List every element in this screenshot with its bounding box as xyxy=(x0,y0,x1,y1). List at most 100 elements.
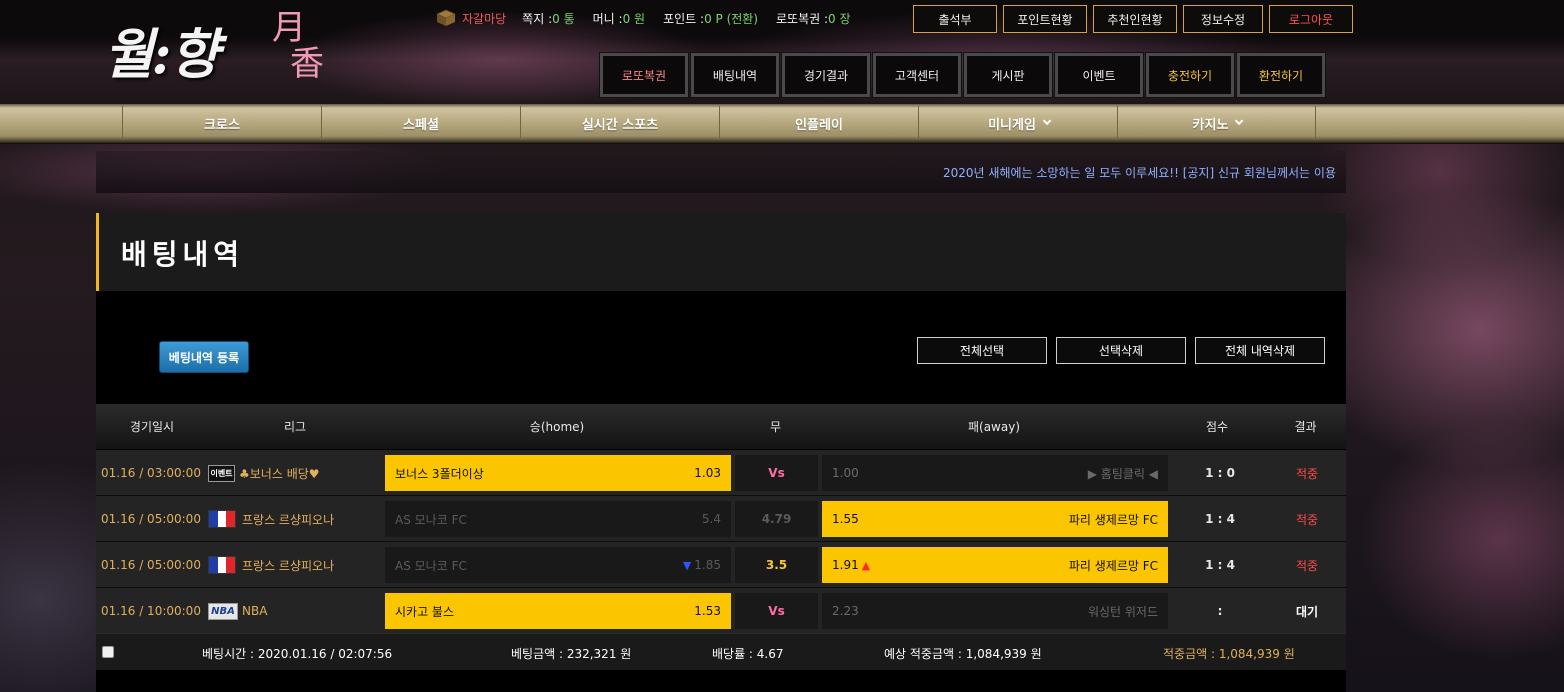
header-home: 승(home) xyxy=(529,420,585,434)
logout-button[interactable]: 로그아웃 xyxy=(1269,5,1353,33)
menu-customer-center[interactable]: 고객센터 xyxy=(872,52,962,98)
away-odds: 1.00 xyxy=(832,466,859,480)
away-team: 파리 생제르망 FC xyxy=(1068,558,1158,573)
league-cell: 이벤트 ♣보너스 배당♥ xyxy=(208,450,378,496)
header-score: 점수 xyxy=(1205,420,1229,434)
page-title: 배팅내역 xyxy=(121,238,245,271)
point-status-button[interactable]: 포인트현황 xyxy=(1003,5,1087,33)
arrow-up-icon: ▲ xyxy=(861,559,871,572)
away-team: ▶ 홈팀클릭 ◀ xyxy=(1087,466,1158,481)
select-all-button[interactable]: 전체선택 xyxy=(917,337,1047,364)
point-balance[interactable]: 포인트 :0 P (전환) xyxy=(663,10,758,27)
away-odds: 1.91 xyxy=(832,558,859,572)
user-info-bar: 자갈마당 쪽지 :0 통 머니 :0 원 포인트 :0 P (전환) 로또복권 … xyxy=(436,8,869,28)
menu-event[interactable]: 이벤트 xyxy=(1054,52,1144,98)
menu-game-results[interactable]: 경기결과 xyxy=(781,52,871,98)
money-balance: 머니 :0 원 xyxy=(592,11,646,26)
menu-deposit[interactable]: 충전하기 xyxy=(1145,52,1235,98)
home-odds: 1.85 xyxy=(694,558,721,572)
nav-minigame[interactable]: 미니게임 xyxy=(918,106,1117,140)
nav-live-sports[interactable]: 실시간 스포츠 xyxy=(520,106,719,140)
table-row: 01.16 / 05:00:00 프랑스 르샹피오나 AS 모나코 FC 5.4… xyxy=(96,496,1346,542)
menu-lotto[interactable]: 로또복권 xyxy=(599,52,689,98)
nav-inplay[interactable]: 인플레이 xyxy=(719,106,918,140)
nba-logo-icon: NBA xyxy=(208,602,238,620)
match-date: 01.16 / 05:00:00 xyxy=(101,558,201,572)
league-cell: 프랑스 르샹피오나 xyxy=(208,496,378,542)
header-result: 결과 xyxy=(1294,420,1317,434)
referral-status-button[interactable]: 추천인현황 xyxy=(1093,5,1177,33)
table-row: 01.16 / 05:00:00 프랑스 르샹피오나 AS 모나코 FC ▼ 1.… xyxy=(96,542,1346,588)
ticker-text[interactable]: 2020년 새해에는 소망하는 일 모두 이루세요!! [공지] 신규 회원님께… xyxy=(943,164,1336,181)
away-team: 워싱턴 위저드 xyxy=(1087,604,1158,619)
lotto-ticket-count: 로또복권 :0 장 xyxy=(776,11,851,26)
chevron-down-icon xyxy=(1042,116,1052,126)
user-nickname[interactable]: 자갈마당 xyxy=(462,10,506,27)
match-date: 01.16 / 05:00:00 xyxy=(101,512,201,526)
draw-cell[interactable]: 4.79 xyxy=(735,501,818,537)
home-odds: 5.4 xyxy=(701,512,721,526)
event-badge-icon: 이벤트 xyxy=(208,464,235,482)
notice-ticker: 2020년 새해에는 소망하는 일 모두 이루세요!! [공지] 신규 회원님께… xyxy=(96,151,1346,193)
panel-header: 배팅내역 xyxy=(96,213,1346,291)
select-checkbox[interactable] xyxy=(102,646,114,658)
home-odds-cell[interactable]: AS 모나코 FC 5.4 xyxy=(385,501,731,537)
home-odds-cell[interactable]: 시카고 불스 1.53 xyxy=(385,593,731,629)
table-row: 01.16 / 10:00:00 NBA NBA 시카고 불스 1.53 Vs … xyxy=(96,588,1346,634)
home-odds-cell[interactable]: AS 모나코 FC ▼ 1.85 xyxy=(385,547,731,583)
result-badge: 적중 xyxy=(1295,466,1319,481)
result-badge: 적중 xyxy=(1295,558,1319,573)
away-odds-cell[interactable]: 1.91 ▲ 파리 생제르망 FC xyxy=(822,547,1168,583)
menu-bet-history[interactable]: 배팅내역 xyxy=(690,52,780,98)
league-cell: 프랑스 르샹피오나 xyxy=(208,542,378,588)
result-badge: 대기 xyxy=(1295,604,1319,619)
nav-casino[interactable]: 카지노 xyxy=(1117,106,1316,140)
score: 1 : 0 xyxy=(1205,466,1235,480)
top-header: 월:향 月 香 자갈마당 쪽지 :0 통 머니 :0 원 포인트 :0 P (전… xyxy=(0,0,1564,104)
nav-special[interactable]: 스페셜 xyxy=(321,106,520,140)
top-button-group: 출석부 포인트현황 추천인현황 정보수정 로그아웃 xyxy=(913,5,1353,33)
league-name: ♣보너스 배당♥ xyxy=(239,466,320,481)
score: : xyxy=(1217,604,1223,618)
header-date: 경기일시 xyxy=(129,420,175,434)
bet-history-panel: 배팅내역 베팅내역 등록 전체선택 선택삭제 전체 내역삭제 경기일시 리그 승… xyxy=(96,213,1346,692)
away-odds-cell[interactable]: 1.55 파리 생제르망 FC xyxy=(822,501,1168,537)
category-nav: 크로스 스페셜 실시간 스포츠 인플레이 미니게임 카지노 xyxy=(0,104,1564,144)
register-bet-history-button[interactable]: 베팅내역 등록 xyxy=(159,341,249,373)
away-odds-cell[interactable]: 2.23 워싱턴 위저드 xyxy=(822,593,1168,629)
menu-withdraw[interactable]: 환전하기 xyxy=(1236,52,1326,98)
expected-win-amount: 예상 적중금액 : 1,084,939 원 xyxy=(884,647,1042,661)
table-header: 경기일시 리그 승(home) 무 패(away) 점수 결과 xyxy=(96,404,1346,449)
site-logo[interactable]: 월:향 月 香 xyxy=(100,8,345,88)
edit-profile-button[interactable]: 정보수정 xyxy=(1183,5,1263,33)
draw-cell[interactable]: Vs xyxy=(735,455,818,491)
handicap-cell[interactable]: 3.5 xyxy=(735,547,818,583)
france-flag-icon xyxy=(208,510,236,528)
treasure-box-icon xyxy=(436,9,456,26)
home-odds: 1.53 xyxy=(694,604,721,618)
home-team: AS 모나코 FC xyxy=(395,512,467,527)
logo-hanja: 月 香 xyxy=(272,8,324,84)
nav-cross[interactable]: 크로스 xyxy=(122,106,321,140)
delete-selected-button[interactable]: 선택삭제 xyxy=(1056,337,1186,364)
won-amount: 적중금액 : 1,084,939 원 xyxy=(1163,647,1295,661)
delete-all-button[interactable]: 전체 내역삭제 xyxy=(1195,337,1325,364)
logo-hangul: 월:향 xyxy=(104,22,219,86)
bet-summary: 베팅시간 : 2020.01.16 / 02:07:56 베팅금액 : 232,… xyxy=(96,633,1346,670)
home-odds: 1.03 xyxy=(694,466,721,480)
draw-cell[interactable]: Vs xyxy=(735,593,818,629)
score: 1 : 4 xyxy=(1205,558,1235,572)
memo-count[interactable]: 쪽지 :0 통 xyxy=(522,10,574,27)
league-name: 프랑스 르샹피오나 xyxy=(242,512,335,527)
home-odds-cell[interactable]: 보너스 3폴더이상 1.03 xyxy=(385,455,731,491)
menu-board[interactable]: 게시판 xyxy=(963,52,1053,98)
away-odds: 2.23 xyxy=(832,604,859,618)
header-away: 패(away) xyxy=(967,420,1021,434)
bet-time: 베팅시간 : 2020.01.16 / 02:07:56 xyxy=(202,647,393,661)
score: 1 : 4 xyxy=(1205,512,1235,526)
away-odds-cell[interactable]: 1.00 ▶ 홈팀클릭 ◀ xyxy=(822,455,1168,491)
attendance-button[interactable]: 출석부 xyxy=(913,5,997,33)
header-draw: 무 xyxy=(769,420,782,434)
bet-amount: 베팅금액 : 232,321 원 xyxy=(511,647,632,661)
home-team: 시카고 불스 xyxy=(395,604,455,619)
